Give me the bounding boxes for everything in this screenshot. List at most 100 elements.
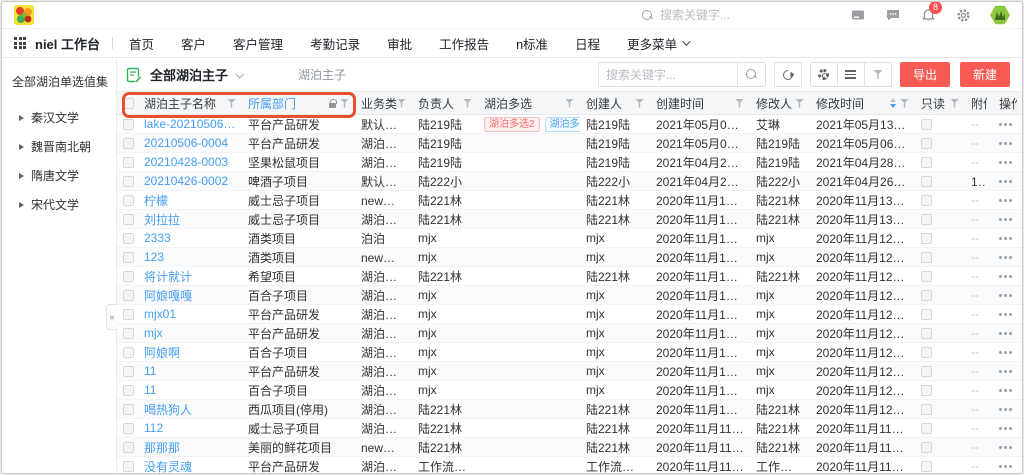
row-checkbox[interactable]: [123, 176, 134, 187]
row-checkbox[interactable]: [123, 138, 134, 149]
row-checkbox[interactable]: [123, 366, 134, 377]
filter-icon[interactable]: [900, 99, 909, 108]
readonly-checkbox[interactable]: [921, 423, 932, 434]
filter-icon[interactable]: [795, 99, 804, 108]
row-actions-icon[interactable]: [999, 234, 1012, 243]
nav-item-5[interactable]: 工作报告: [439, 34, 489, 53]
row-actions-icon[interactable]: [999, 348, 1012, 357]
row-checkbox[interactable]: [123, 442, 134, 453]
record-link[interactable]: 阿娘嘎嘎: [144, 287, 192, 304]
nav-item-4[interactable]: 审批: [387, 34, 412, 53]
filter-icon[interactable]: [950, 99, 959, 108]
sidebar-item-1[interactable]: 魏晋南北朝: [12, 132, 110, 161]
row-actions-icon[interactable]: [999, 424, 1012, 433]
filter-icon[interactable]: [635, 99, 644, 108]
record-link[interactable]: 没有灵魂: [144, 458, 192, 475]
record-link[interactable]: 将计就计: [144, 268, 192, 285]
row-checkbox[interactable]: [123, 309, 134, 320]
notifications-bell-icon[interactable]: 8: [920, 7, 936, 23]
row-actions-icon[interactable]: [999, 367, 1012, 376]
readonly-checkbox[interactable]: [921, 195, 932, 206]
tree-expand-icon[interactable]: [19, 202, 24, 208]
workbench-card-icon[interactable]: [850, 7, 866, 23]
row-actions-icon[interactable]: [999, 443, 1012, 452]
app-logo-icon[interactable]: [14, 5, 34, 25]
record-link[interactable]: 喝热狗人: [144, 401, 192, 418]
refresh-button[interactable]: [774, 62, 802, 87]
readonly-checkbox[interactable]: [921, 347, 932, 358]
record-link[interactable]: 柠檬: [144, 192, 168, 209]
row-actions-icon[interactable]: [999, 291, 1012, 300]
readonly-checkbox[interactable]: [921, 309, 932, 320]
tree-expand-icon[interactable]: [19, 144, 24, 150]
row-checkbox[interactable]: [123, 214, 134, 225]
readonly-checkbox[interactable]: [921, 138, 932, 149]
nav-item-3[interactable]: 考勤记录: [310, 34, 360, 53]
record-link[interactable]: 112: [144, 421, 163, 435]
readonly-checkbox[interactable]: [921, 366, 932, 377]
row-actions-icon[interactable]: [999, 196, 1012, 205]
sidebar-item-3[interactable]: 宋代文学: [12, 190, 110, 219]
readonly-checkbox[interactable]: [921, 214, 932, 225]
sidebar-item-0[interactable]: 秦汉文学: [12, 103, 110, 132]
row-checkbox[interactable]: [123, 461, 134, 472]
readonly-checkbox[interactable]: [921, 328, 932, 339]
row-checkbox[interactable]: [123, 347, 134, 358]
filter-icon[interactable]: [463, 99, 472, 108]
tree-expand-icon[interactable]: [19, 173, 24, 179]
row-checkbox[interactable]: [123, 233, 134, 244]
readonly-checkbox[interactable]: [921, 442, 932, 453]
record-link[interactable]: mjx01: [144, 307, 176, 321]
create-button[interactable]: 新建: [960, 62, 1010, 87]
filter-icon[interactable]: [397, 99, 406, 108]
filter-icon[interactable]: [735, 99, 744, 108]
sidebar-item-2[interactable]: 隋唐文学: [12, 161, 110, 190]
row-actions-icon[interactable]: [999, 177, 1012, 186]
row-actions-icon[interactable]: [999, 329, 1012, 338]
column-settings-button[interactable]: [810, 62, 838, 87]
row-actions-icon[interactable]: [999, 405, 1012, 414]
more-menu[interactable]: 更多菜单: [627, 34, 688, 53]
tree-expand-icon[interactable]: [19, 115, 24, 121]
record-link[interactable]: 阿娘啊: [144, 344, 180, 361]
readonly-checkbox[interactable]: [921, 271, 932, 282]
apps-grid-icon[interactable]: [14, 37, 26, 49]
record-link[interactable]: 2333: [144, 231, 171, 245]
table-search-input[interactable]: [599, 68, 737, 82]
record-link[interactable]: 20210506-0004: [144, 136, 228, 150]
row-actions-icon[interactable]: [999, 386, 1012, 395]
settings-gear-icon[interactable]: [955, 7, 971, 23]
row-density-button[interactable]: [837, 62, 865, 87]
row-actions-icon[interactable]: [999, 139, 1012, 148]
filter-icon[interactable]: [340, 99, 349, 108]
row-actions-icon[interactable]: [999, 158, 1012, 167]
readonly-checkbox[interactable]: [921, 252, 932, 263]
row-checkbox[interactable]: [123, 195, 134, 206]
nav-item-2[interactable]: 客户管理: [233, 34, 283, 53]
readonly-checkbox[interactable]: [921, 157, 932, 168]
readonly-checkbox[interactable]: [921, 119, 932, 130]
record-link[interactable]: 那那那: [144, 439, 180, 456]
record-link[interactable]: lake-20210506-0005: [144, 117, 236, 131]
record-link[interactable]: 123: [144, 250, 164, 264]
readonly-checkbox[interactable]: [921, 290, 932, 301]
readonly-checkbox[interactable]: [921, 461, 932, 472]
record-link[interactable]: 刘拉拉: [144, 211, 180, 228]
row-checkbox[interactable]: [123, 328, 134, 339]
nav-item-1[interactable]: 客户: [181, 34, 206, 53]
row-actions-icon[interactable]: [999, 120, 1012, 129]
view-title[interactable]: 全部湖泊主子: [150, 65, 228, 84]
readonly-checkbox[interactable]: [921, 404, 932, 415]
row-checkbox[interactable]: [123, 404, 134, 415]
readonly-checkbox[interactable]: [921, 385, 932, 396]
search-button[interactable]: [737, 63, 765, 86]
filter-button[interactable]: [864, 62, 892, 87]
row-checkbox[interactable]: [123, 271, 134, 282]
record-link[interactable]: 20210428-0003: [144, 155, 228, 169]
readonly-checkbox[interactable]: [921, 233, 932, 244]
record-link[interactable]: mjx: [144, 326, 163, 340]
export-button[interactable]: 导出: [900, 62, 950, 87]
row-checkbox[interactable]: [123, 290, 134, 301]
record-link[interactable]: 11: [144, 364, 156, 378]
row-actions-icon[interactable]: [999, 253, 1012, 262]
